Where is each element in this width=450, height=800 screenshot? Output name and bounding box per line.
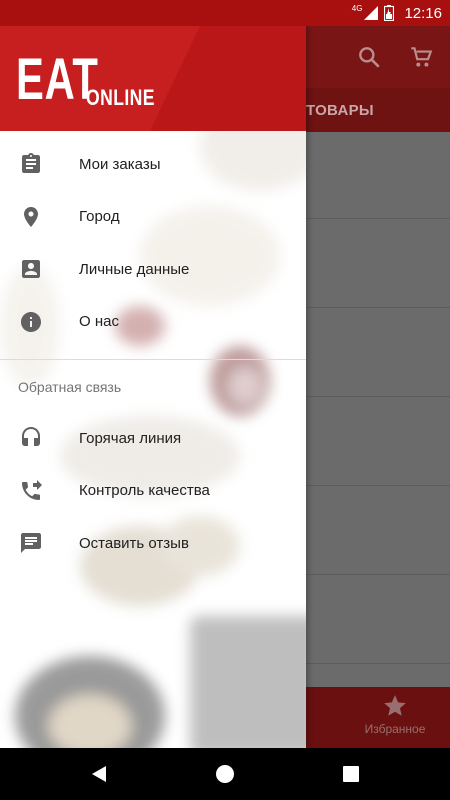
recents-button[interactable] <box>338 761 364 787</box>
cart-icon[interactable] <box>408 44 434 70</box>
list-divider <box>306 574 450 575</box>
home-icon <box>216 765 234 783</box>
feedback-icon <box>18 530 44 556</box>
drawer-menu: Мои заказы Город Личные данные О нас <box>0 138 306 348</box>
menu-item-label: Контроль качества <box>79 482 210 500</box>
menu-item-quality-control[interactable]: Контроль качества <box>0 465 306 518</box>
menu-item-my-orders[interactable]: Мои заказы <box>0 138 306 191</box>
feedback-section-title: Обратная связь <box>18 379 122 395</box>
feedback-menu: Горячая линия Контроль качества Оставить… <box>0 412 306 570</box>
list-divider <box>306 307 450 308</box>
drawer-header: EAT ONLINE <box>0 26 306 131</box>
headset-icon <box>18 425 44 451</box>
info-icon <box>18 309 44 335</box>
tab-products[interactable]: ТОВАРЫ <box>306 102 374 119</box>
recents-icon <box>343 766 359 782</box>
menu-item-label: Личные данные <box>79 260 190 278</box>
menu-item-label: О нас <box>79 313 119 331</box>
menu-item-hotline[interactable]: Горячая линия <box>0 412 306 465</box>
status-icons: 4G 12:16 <box>352 0 442 26</box>
search-icon[interactable] <box>356 44 382 70</box>
clipboard-icon <box>18 151 44 177</box>
menu-item-leave-review[interactable]: Оставить отзыв <box>0 517 306 570</box>
menu-item-about[interactable]: О нас <box>0 296 306 349</box>
battery-icon <box>384 5 395 21</box>
back-icon <box>92 766 106 782</box>
star-icon <box>384 695 406 716</box>
menu-item-label: Мои заказы <box>79 155 161 173</box>
location-pin-icon <box>18 204 44 230</box>
drawer-divider <box>0 359 306 360</box>
status-bar: 4G 12:16 <box>0 0 450 26</box>
logo-online-text: ONLINE <box>86 85 155 110</box>
menu-item-personal-data[interactable]: Личные данные <box>0 243 306 296</box>
phone-forwarded-icon <box>18 478 44 504</box>
clock: 12:16 <box>404 4 442 22</box>
menu-item-label: Город <box>79 208 120 226</box>
list-divider <box>306 485 450 486</box>
system-navigation-bar <box>0 748 450 800</box>
list-divider <box>306 663 450 664</box>
network-type: 4G <box>351 3 363 13</box>
favorites-label: Избранное <box>364 722 426 736</box>
bottom-nav-favorites[interactable]: Избранное <box>355 693 435 736</box>
list-divider <box>306 218 450 219</box>
menu-item-label: Оставить отзыв <box>79 534 189 552</box>
home-button[interactable] <box>212 761 238 787</box>
navigation-drawer: EAT ONLINE Мои заказы Город Личные данны… <box>0 26 306 748</box>
menu-item-label: Горячая линия <box>79 429 182 447</box>
app-logo: EAT ONLINE <box>16 50 154 111</box>
account-box-icon <box>18 256 44 282</box>
menu-item-city[interactable]: Город <box>0 191 306 244</box>
back-button[interactable] <box>86 761 112 787</box>
list-divider <box>306 396 450 397</box>
signal-icon <box>364 6 379 20</box>
